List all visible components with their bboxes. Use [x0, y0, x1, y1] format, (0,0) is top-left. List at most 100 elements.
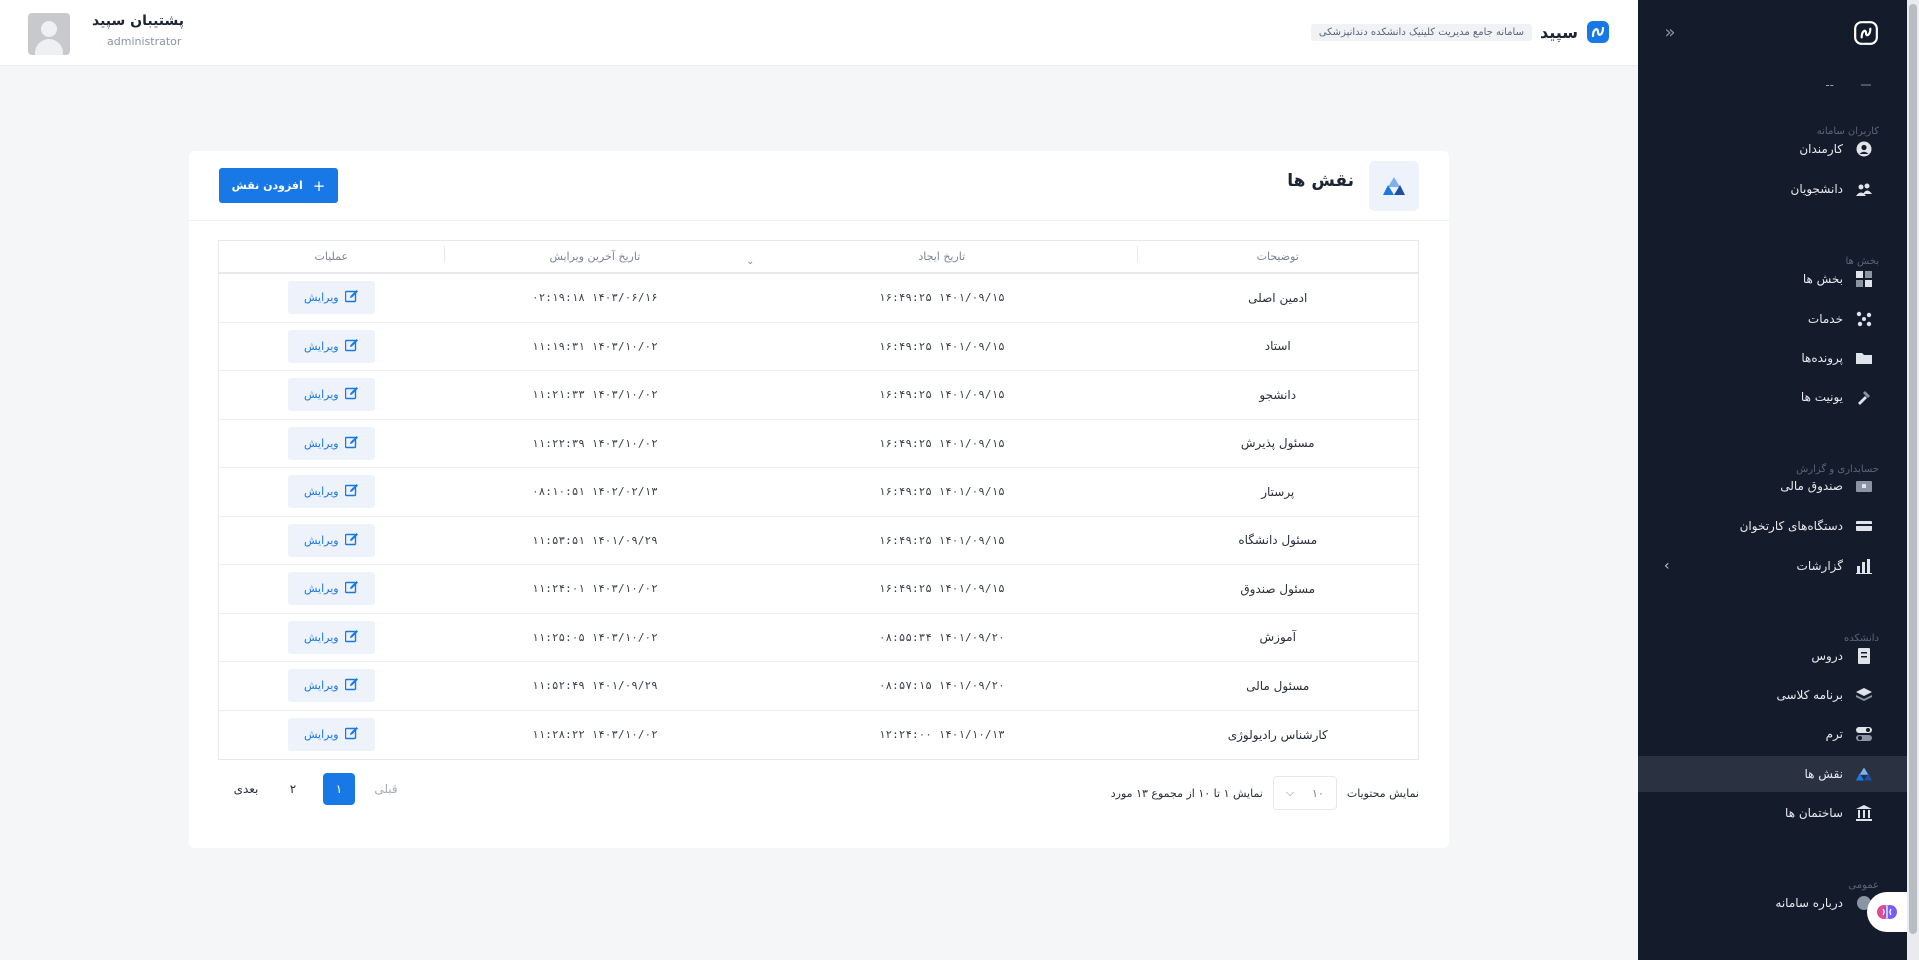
chart-icon [1855, 557, 1873, 575]
roles-card: نقش ها + افزودن نقش توضیحات تاریخ ایجاد ⌄… [189, 151, 1449, 848]
plus-icon: + [312, 176, 326, 195]
sidebar-item-1[interactable]: دانشجویان [1638, 171, 1907, 207]
role-created-date: ۱۶:۴۹:۲۵ ۱۴۰۱/۰۹/۱۵ [878, 485, 1005, 499]
actions-cell: ویرایش [219, 620, 444, 654]
page-2-button[interactable]: ۲ [277, 773, 309, 805]
book-icon [1855, 647, 1873, 665]
sidebar-item-label: یونیت ها [1800, 390, 1843, 404]
sidebar-item-13[interactable]: ساختمان ها [1638, 795, 1907, 831]
role-description: دانشجو [1259, 387, 1297, 402]
sort-down-icon[interactable]: ⌄ [746, 256, 754, 267]
role-description: پرستار [1261, 484, 1295, 499]
edit-button[interactable]: ویرایش [287, 426, 375, 460]
top-header: پشتیبان سپید administrator سپید سامانه ج… [0, 0, 1638, 66]
avatar[interactable] [28, 13, 70, 55]
sidebar-item-4[interactable]: پرونده‌ها [1638, 340, 1907, 376]
user-name: پشتیبان سپید [92, 13, 185, 29]
sidebar-item-10[interactable]: برنامه کلاسی [1638, 677, 1907, 713]
table-row: مسئول مالی ۰۸:۵۷:۱۵ ۱۴۰۱/۰۹/۲۰ ۱۱:۵۲:۴۹ ۱۴… [219, 662, 1418, 711]
role-created-date: ۱۶:۴۹:۲۵ ۱۴۰۱/۰۹/۱۵ [878, 388, 1005, 402]
role-created-date: ۱۶:۴۹:۲۵ ۱۴۰۱/۰۹/۱۵ [878, 582, 1005, 596]
edit-button[interactable]: ویرایش [287, 378, 375, 412]
table-header: توضیحات تاریخ ایجاد ⌄ تاریخ آخرین ویرایش … [219, 241, 1418, 274]
sidebar: » -- کاربران سامانه بخش ها حسابداری و گز… [1638, 0, 1919, 960]
building-icon [1855, 804, 1873, 822]
edit-label: ویرایش [304, 582, 339, 596]
card-reader-icon [1855, 517, 1873, 535]
sidebar-item-2[interactable]: بخش ها [1638, 261, 1907, 297]
pagination-info: نمایش محتویات ۱۰ ⌵ نمایش ۱ تا ۱۰ از مجمو… [1111, 776, 1419, 810]
sidebar-item-label: ساختمان ها [1785, 806, 1843, 820]
sidebar-item-8[interactable]: گزارشات ‹ [1638, 548, 1907, 584]
edit-button[interactable]: ویرایش [287, 669, 375, 703]
services-icon [1855, 310, 1873, 328]
page-size-label: نمایش محتویات [1346, 786, 1419, 800]
sidebar-item-label: ترم [1825, 727, 1843, 741]
next-page-button[interactable]: بعدی [229, 782, 263, 796]
unit-icon [1855, 388, 1873, 406]
actions-cell: ویرایش [219, 475, 444, 509]
role-edited-date: ۱۱:۲۴:۰۱ ۱۴۰۳/۱۰/۰۲ [531, 582, 658, 596]
card-header: نقش ها + افزودن نقش [189, 151, 1449, 221]
edit-label: ویرایش [304, 679, 339, 693]
edit-icon [344, 580, 359, 597]
sidebar-item-12[interactable]: نقش ها [1638, 756, 1907, 792]
sidebar-item-label: کارمندان [1799, 142, 1843, 156]
edit-button[interactable]: ویرایش [287, 718, 375, 752]
table-body: ادمین اصلی ۱۶:۴۹:۲۵ ۱۴۰۱/۰۹/۱۵ ۰۲:۱۹:۱۸ ۱۴… [219, 274, 1418, 759]
sidebar-scrollbar[interactable] [1907, 0, 1919, 960]
chevron-left-icon[interactable]: ‹ [1664, 558, 1670, 574]
sidebar-item-11[interactable]: ترم [1638, 716, 1907, 752]
brand: سپید سامانه جامع مدیریت کلینیک دانشکده د… [1310, 20, 1610, 44]
sidebar-item-7[interactable]: دستگاه‌های کارتخوان [1638, 508, 1907, 544]
edit-icon [344, 726, 359, 743]
assistant-brain-icon[interactable] [1867, 892, 1907, 932]
sidebar-item-label: پرونده‌ها [1801, 351, 1843, 365]
edit-icon [344, 483, 359, 500]
sidebar-top-dash: -- [1825, 78, 1834, 92]
column-header-edited[interactable]: تاریخ آخرین ویرایش [443, 246, 747, 263]
role-description: ادمین اصلی [1248, 290, 1308, 305]
sidebar-item-label: دستگاه‌های کارتخوان [1739, 519, 1843, 533]
page-1-button[interactable]: ۱ [323, 773, 355, 805]
edit-button[interactable]: ویرایش [287, 475, 375, 509]
sidebar-item-3[interactable]: خدمات [1638, 301, 1907, 337]
role-description: کارشناس رادیولوژی [1227, 727, 1328, 742]
sidebar-item-0[interactable]: کارمندان [1638, 131, 1907, 167]
role-created-date: ۱۶:۴۹:۲۵ ۱۴۰۱/۰۹/۱۵ [878, 436, 1005, 450]
table-row: مسئول دانشگاه ۱۶:۴۹:۲۵ ۱۴۰۱/۰۹/۱۵ ۱۱:۵۳:۵۱… [219, 517, 1418, 565]
table-row: آموزش ۰۸:۵۵:۳۴ ۱۴۰۱/۰۹/۲۰ ۱۱:۲۵:۰۵ ۱۴۰۳/۱۰… [219, 614, 1418, 662]
column-header-description[interactable]: توضیحات [1137, 246, 1418, 263]
add-role-button[interactable]: + افزودن نقش [219, 168, 338, 203]
edit-icon [344, 435, 359, 452]
edit-icon [344, 338, 359, 355]
role-created-date: ۰۸:۵۷:۱۵ ۱۴۰۱/۰۹/۲۰ [878, 679, 1005, 693]
sidebar-item-6[interactable]: صندوق مالی [1638, 468, 1907, 504]
sidebar-item-9[interactable]: دروس [1638, 638, 1907, 674]
users-icon [1855, 180, 1873, 198]
edit-button[interactable]: ویرایش [287, 620, 375, 654]
role-created-date: ۱۶:۴۹:۲۵ ۱۴۰۱/۰۹/۱۵ [878, 291, 1005, 305]
actions-cell: ویرایش [219, 669, 444, 703]
edit-button[interactable]: ویرایش [287, 281, 375, 315]
column-header-actions: عملیات [314, 250, 349, 263]
role-edited-date: ۱۱:۵۲:۴۹ ۱۴۰۱/۰۹/۲۹ [531, 679, 658, 693]
prev-page-button[interactable]: قبلی [369, 782, 403, 796]
edit-button[interactable]: ویرایش [287, 572, 375, 606]
sidebar-item-5[interactable]: یونیت ها [1638, 379, 1907, 415]
sidebar-item-label: نقش ها [1804, 767, 1843, 781]
table-row: کارشناس رادیولوژی ۱۲:۲۴:۰۰ ۱۴۰۱/۱۰/۱۳ ۱۱:۲… [219, 711, 1418, 760]
toggle-icon [1855, 725, 1873, 743]
page-size-select[interactable]: ۱۰ ⌵ [1272, 776, 1337, 810]
column-header-created[interactable]: تاریخ ایجاد ⌄ [746, 250, 1137, 267]
edit-label: ویرایش [304, 728, 339, 742]
edit-icon [344, 386, 359, 403]
double-chevron-icon[interactable]: » [1659, 22, 1681, 44]
cashbox-icon [1855, 477, 1873, 495]
role-edited-date: ۱۱:۲۸:۲۲ ۱۴۰۳/۱۰/۰۲ [531, 728, 658, 742]
role-created-date: ۱۶:۴۹:۲۵ ۱۴۰۱/۰۹/۱۵ [878, 339, 1005, 353]
role-description: مسئول مالی [1246, 678, 1310, 693]
edit-label: ویرایش [304, 388, 339, 402]
edit-button[interactable]: ویرایش [287, 329, 375, 363]
edit-button[interactable]: ویرایش [287, 523, 375, 557]
